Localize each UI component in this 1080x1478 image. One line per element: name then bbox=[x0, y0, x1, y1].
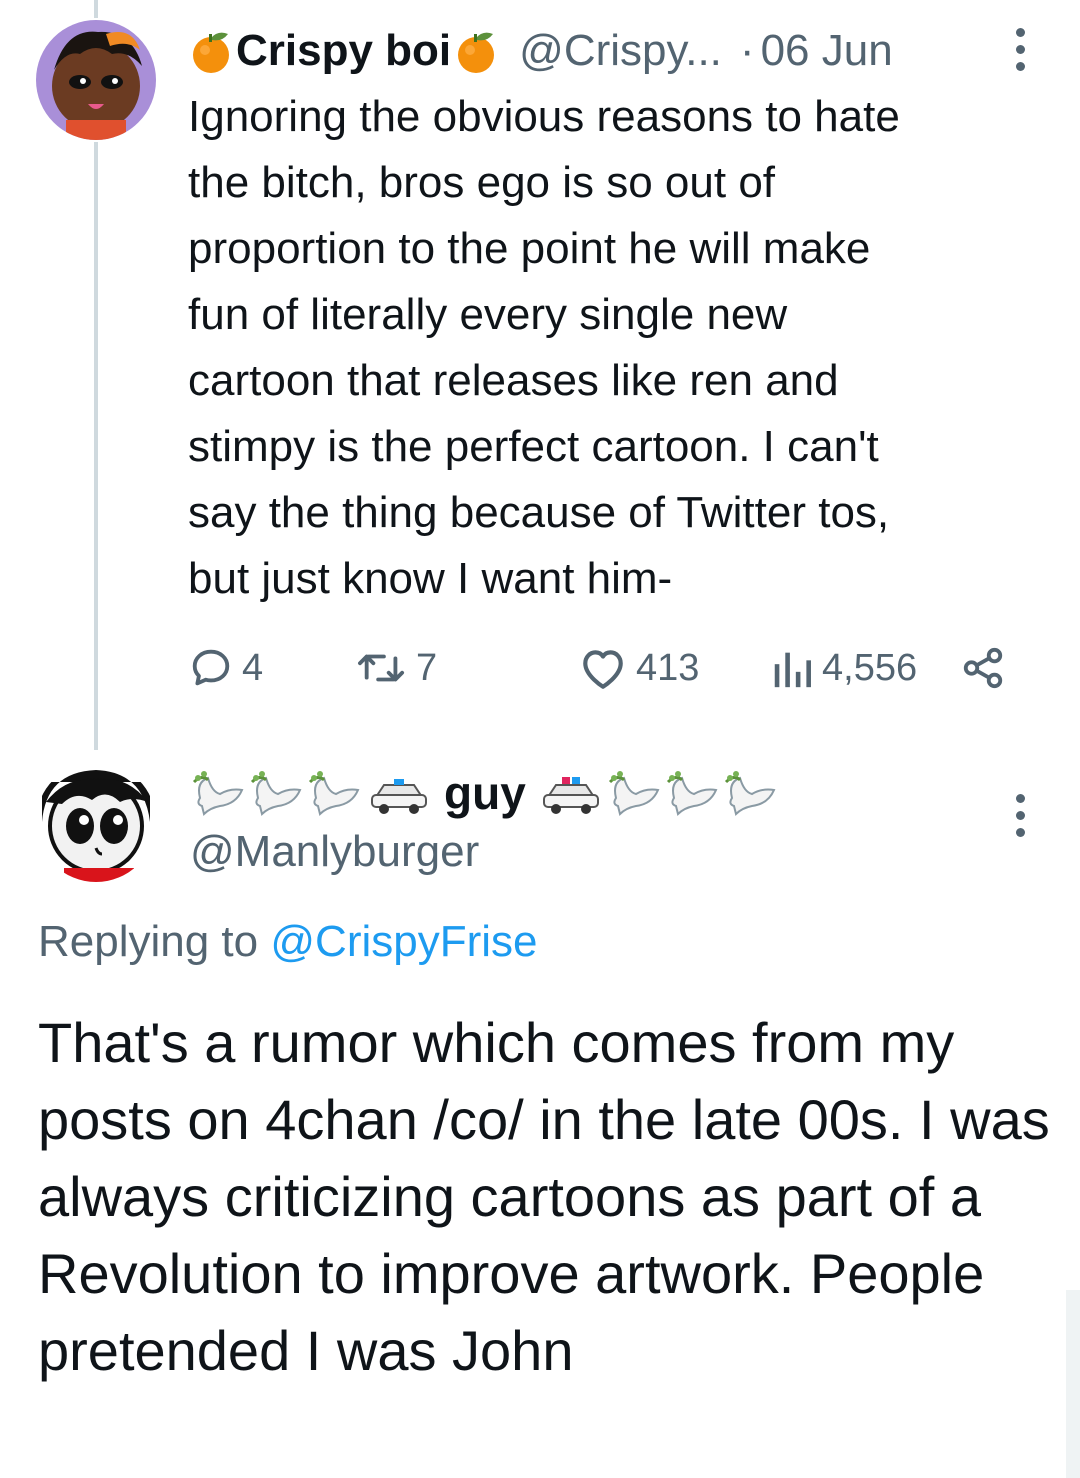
police-car-icon bbox=[371, 779, 427, 814]
reply-count: 4 bbox=[242, 646, 264, 689]
tweet-actions: 4 7 413 4,556 bbox=[188, 636, 1018, 700]
tangerine-emoji-icon bbox=[458, 32, 495, 73]
avatar-manlyburger[interactable] bbox=[36, 762, 156, 882]
handle[interactable]: @Manlyburger bbox=[190, 822, 479, 882]
views-chart-icon bbox=[774, 652, 811, 688]
more-vertical-icon[interactable] bbox=[1014, 794, 1026, 837]
tweet-header: Crispy boi @Crispy... · 06 Jun bbox=[188, 18, 893, 84]
like-count: 413 bbox=[636, 646, 700, 689]
dove-icon bbox=[308, 771, 360, 816]
like-button[interactable]: 413 bbox=[578, 636, 699, 700]
views-count: 4,556 bbox=[822, 646, 918, 689]
tweet-text: Ignoring the obvious reasons to hate the… bbox=[188, 92, 900, 603]
dove-icon bbox=[724, 771, 776, 816]
dove-icon bbox=[666, 771, 718, 816]
dove-icon bbox=[192, 771, 244, 816]
tweet-text: That's a rumor which comes from my posts… bbox=[38, 1011, 1050, 1382]
handle[interactable]: @Crispy... bbox=[519, 26, 722, 76]
comment-icon bbox=[192, 649, 230, 686]
views-button[interactable]: 4,556 bbox=[770, 636, 917, 700]
police-car-icon bbox=[542, 777, 599, 814]
replying-to-label: Replying to bbox=[38, 917, 259, 966]
thread-line-top bbox=[94, 0, 98, 18]
dove-icon bbox=[608, 771, 660, 816]
timestamp[interactable]: 06 Jun bbox=[761, 26, 893, 76]
display-name-row[interactable]: guy bbox=[190, 760, 780, 826]
dove-icon bbox=[250, 771, 302, 816]
reply-button[interactable]: 4 bbox=[188, 636, 263, 700]
tangerine-emoji-icon bbox=[193, 32, 229, 73]
thread-line bbox=[94, 142, 98, 750]
retweet-button[interactable]: 7 bbox=[356, 636, 437, 700]
avatar-crispy-boi[interactable] bbox=[36, 20, 156, 140]
share-button[interactable] bbox=[960, 636, 1006, 700]
more-vertical-icon[interactable] bbox=[1014, 28, 1026, 71]
retweet-icon bbox=[358, 654, 405, 682]
replying-to: Replying to @CrispyFrise bbox=[38, 912, 538, 972]
display-name[interactable]: guy bbox=[444, 766, 526, 820]
display-name[interactable]: Crispy boi bbox=[236, 26, 451, 76]
heart-icon bbox=[583, 650, 623, 689]
retweet-count: 7 bbox=[416, 646, 438, 689]
scrollbar[interactable] bbox=[1066, 1290, 1080, 1478]
dot-separator: · bbox=[739, 26, 755, 75]
share-icon bbox=[963, 647, 1003, 689]
replying-to-mention[interactable]: @CrispyFrise bbox=[270, 917, 537, 966]
